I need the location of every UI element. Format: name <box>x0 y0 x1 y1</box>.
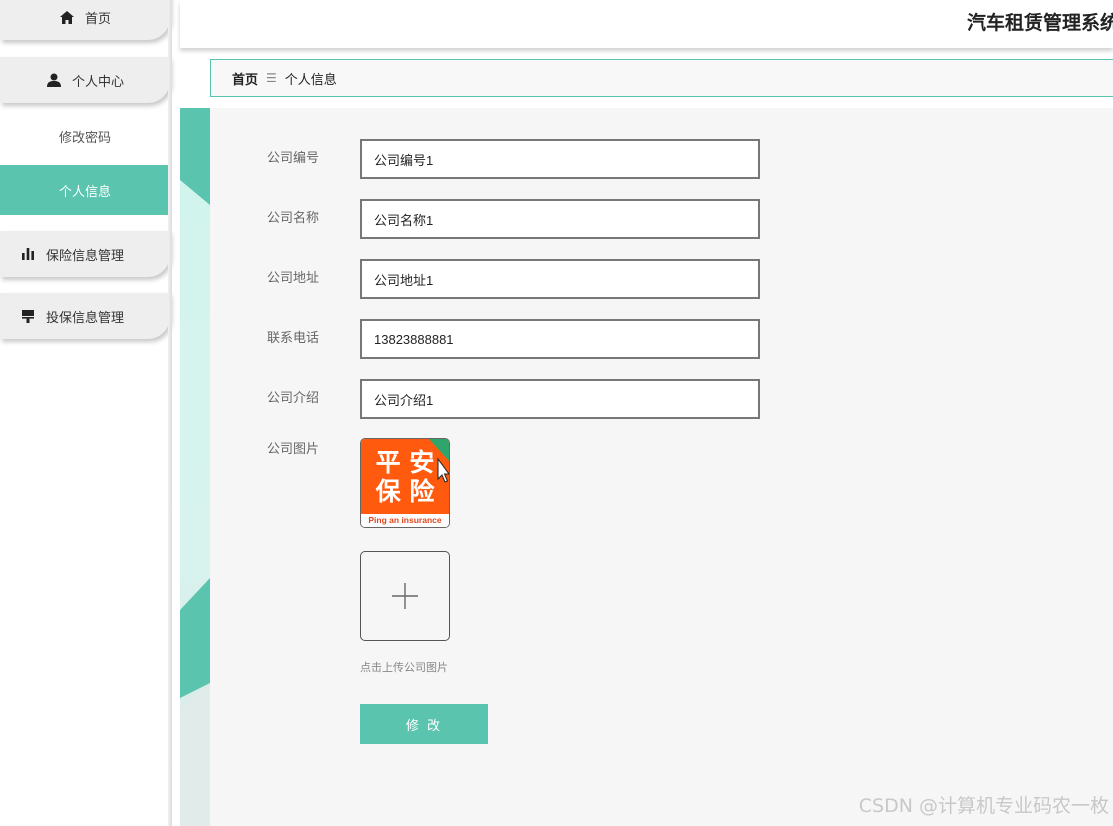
decorative-shapes <box>180 108 210 826</box>
company-intro-input[interactable] <box>360 379 760 419</box>
form-panel: 公司编号 公司名称 公司地址 联系电话 公司介绍 公司图片 平 安 保 险 Pi… <box>210 108 1113 826</box>
sidebar-item-insurance-info[interactable]: 保险信息管理 <box>0 231 170 277</box>
form-row-phone: 联系电话 <box>210 319 1113 359</box>
sidebar-item-label: 个人中心 <box>71 74 124 90</box>
sidebar-item-personal-center[interactable]: 个人中心 <box>0 57 170 103</box>
upload-tip: 点击上传公司图片 <box>360 661 448 674</box>
form-row-company-intro: 公司介绍 <box>210 379 1113 419</box>
form-row-company-image: 公司图片 <box>210 439 1113 479</box>
image-upload-button[interactable] <box>360 551 450 641</box>
company-id-label: 公司编号 <box>267 151 320 166</box>
submenu-item-personal-info[interactable]: 个人信息 <box>0 165 170 215</box>
company-image-preview[interactable]: 平 安 保 险 Ping an insurance <box>360 438 450 528</box>
plus-icon <box>392 583 418 609</box>
breadcrumb-current: 个人信息 <box>284 72 337 88</box>
sidebar-item-label: 投保信息管理 <box>46 310 125 326</box>
app-title: 汽车租赁管理系统 <box>966 12 1113 34</box>
home-icon <box>59 9 75 25</box>
sidebar-item-label: 首页 <box>84 11 111 27</box>
logo-line2: 保 险 <box>375 477 436 506</box>
submenu-item-label: 修改密码 <box>58 130 111 146</box>
form-row-company-address: 公司地址 <box>210 259 1113 299</box>
sidebar-item-home[interactable]: 首页 <box>0 0 170 40</box>
company-name-label: 公司名称 <box>267 211 320 226</box>
form-row-company-id: 公司编号 <box>210 139 1113 179</box>
form-row-company-name: 公司名称 <box>210 199 1113 239</box>
company-address-label: 公司地址 <box>267 271 320 286</box>
breadcrumb-separator-icon: ☰ <box>266 71 277 85</box>
submenu-item-change-password[interactable]: 修改密码 <box>0 111 170 161</box>
stamp-icon <box>20 308 36 324</box>
user-icon <box>46 72 62 88</box>
modify-button[interactable]: 修 改 <box>360 704 488 744</box>
company-name-input[interactable] <box>360 199 760 239</box>
logo-caption: Ping an insurance <box>368 515 441 525</box>
bar-chart-icon <box>20 246 36 262</box>
submenu-item-label: 个人信息 <box>58 184 111 200</box>
sidebar-item-policy-info[interactable]: 投保信息管理 <box>0 293 170 339</box>
breadcrumb: 首页 ☰ 个人信息 <box>210 59 1113 97</box>
company-address-input[interactable] <box>360 259 760 299</box>
sidebar: 首页 个人中心 修改密码 个人信息 保险信息管理 投保信息管理 <box>0 0 172 826</box>
company-intro-label: 公司介绍 <box>267 391 320 406</box>
phone-label: 联系电话 <box>267 331 320 346</box>
logo-line1: 平 安 <box>376 448 435 477</box>
company-id-input[interactable] <box>360 139 760 179</box>
ping-an-logo: 平 安 保 险 Ping an insurance <box>361 439 449 527</box>
breadcrumb-home[interactable]: 首页 <box>232 69 258 88</box>
company-image-label: 公司图片 <box>267 442 320 457</box>
sidebar-item-label: 保险信息管理 <box>46 248 125 264</box>
phone-input[interactable] <box>360 319 760 359</box>
decorative-strip <box>180 108 210 826</box>
watermark: CSDN @计算机专业码农一枚 <box>858 795 1109 817</box>
top-header: 汽车租赁管理系统 <box>180 0 1113 48</box>
